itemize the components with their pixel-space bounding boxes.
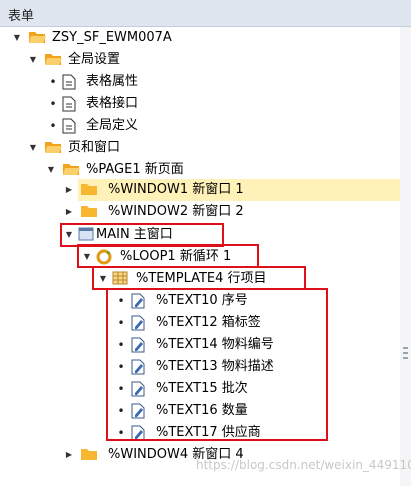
tree-node-table-interface[interactable]: • 表格接口 xyxy=(48,93,388,115)
tree-node-global-settings[interactable]: ▼ 全局设置 xyxy=(28,49,388,71)
tree-node-label: 表格属性 xyxy=(86,74,139,89)
tree-node-table-attributes[interactable]: • 表格属性 xyxy=(48,71,388,93)
tree-node-window1[interactable]: ▶ %WINDOW1 新窗口 1 xyxy=(64,179,394,201)
tree-node-window2[interactable]: ▶ %WINDOW2 新窗口 2 xyxy=(64,201,394,223)
expand-toggle-icon[interactable]: ▼ xyxy=(12,27,22,49)
scrollbar-grip-icon xyxy=(403,352,408,354)
expand-toggle-icon[interactable]: ▶ xyxy=(64,201,74,223)
folder-open-icon xyxy=(45,54,62,65)
folder-open-icon xyxy=(29,32,46,43)
bullet-icon: • xyxy=(49,97,57,111)
tree-node-root[interactable]: ▼ ZSY_SF_EWM007A xyxy=(12,27,392,49)
expand-toggle-icon[interactable]: ▶ xyxy=(64,179,74,201)
tree-node-label: %WINDOW1 新窗口 1 xyxy=(108,182,244,197)
expand-toggle-icon[interactable]: ▼ xyxy=(28,49,38,71)
bullet-icon: • xyxy=(49,119,57,133)
tree-node-label: 全局设置 xyxy=(68,52,121,67)
tree-node-label: 表格接口 xyxy=(86,96,139,111)
tree-node-label: ZSY_SF_EWM007A xyxy=(52,30,172,45)
tree-node-global-definitions[interactable]: • 全局定义 xyxy=(48,115,388,137)
vertical-scrollbar[interactable] xyxy=(400,27,411,486)
tree-node-page1[interactable]: ▼ %PAGE1 新页面 xyxy=(46,159,386,181)
folder-open-icon xyxy=(63,164,80,175)
folder-icon xyxy=(81,206,97,217)
document-icon xyxy=(62,96,76,112)
folder-open-icon xyxy=(45,142,62,153)
bullet-icon: • xyxy=(49,75,57,89)
watermark: https://blog.csdn.net/weixin_44911062 xyxy=(196,458,411,472)
scrollbar-grip-icon xyxy=(403,357,408,359)
tree-node-label: %WINDOW2 新窗口 2 xyxy=(108,204,244,219)
highlight-box-texts xyxy=(106,288,328,441)
expand-toggle-icon[interactable]: ▼ xyxy=(28,137,38,159)
tree-node-label: 页和窗口 xyxy=(68,140,121,155)
tree-node-pages-windows[interactable]: ▼ 页和窗口 xyxy=(28,137,388,159)
folder-icon xyxy=(81,184,97,195)
folder-icon xyxy=(81,449,97,460)
scrollbar-grip-icon xyxy=(403,347,408,349)
expand-toggle-icon[interactable]: ▶ xyxy=(64,444,74,466)
document-icon xyxy=(62,118,76,134)
document-icon xyxy=(62,74,76,90)
expand-toggle-icon[interactable]: ▼ xyxy=(46,159,56,181)
tree-node-label: 全局定义 xyxy=(86,118,139,133)
highlight-box-loop1 xyxy=(77,244,259,268)
highlight-box-template4 xyxy=(92,266,306,290)
tree-node-label: %PAGE1 新页面 xyxy=(86,162,184,177)
